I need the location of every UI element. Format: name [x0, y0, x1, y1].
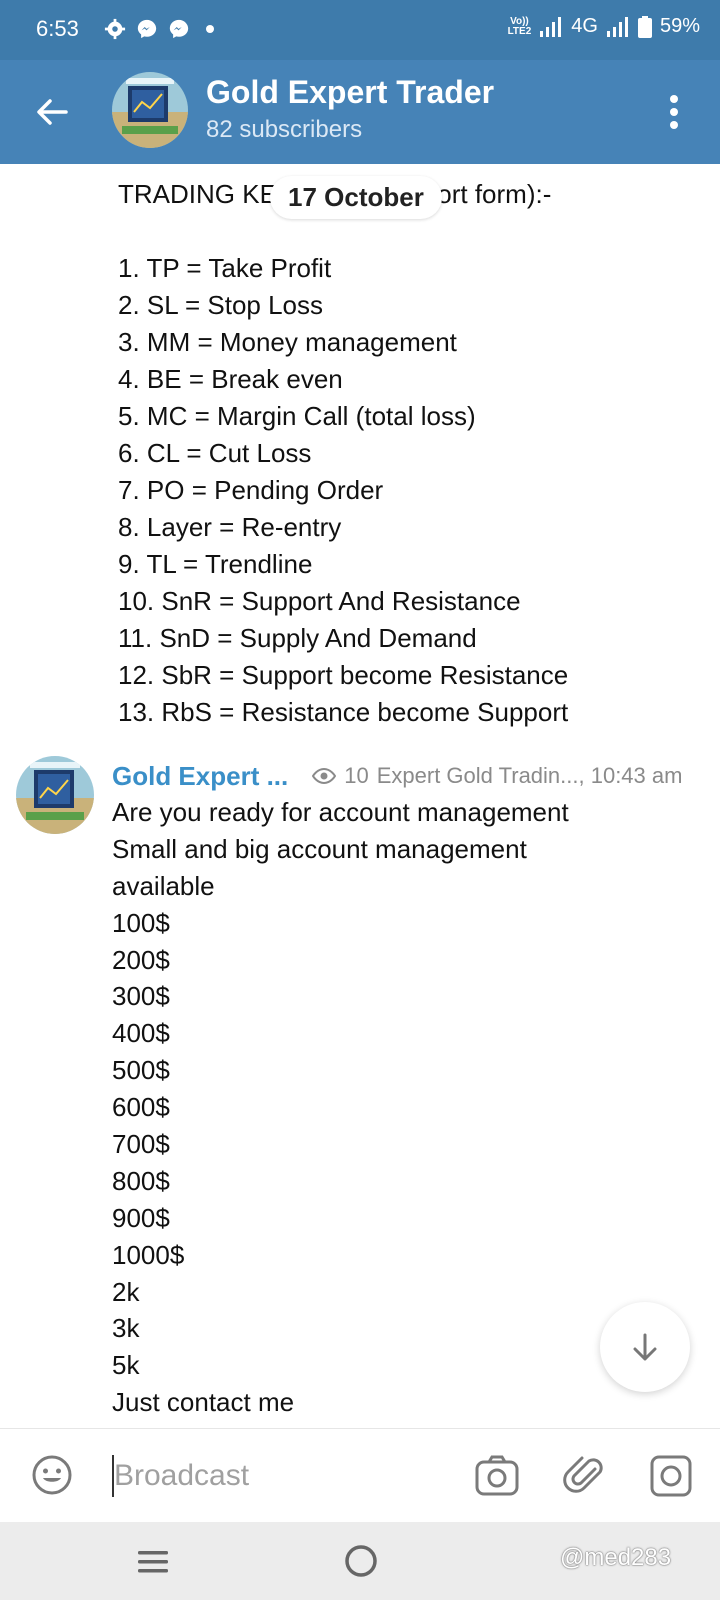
message-line: 700$ — [112, 1129, 170, 1160]
message-line: 4. BE = Break even — [118, 364, 343, 394]
arrow-down-icon — [633, 1333, 657, 1361]
message-line: 900$ — [112, 1202, 170, 1233]
channel-header: Gold Expert Trader 82 subscribers — [0, 60, 720, 164]
scroll-to-bottom-button[interactable] — [600, 1302, 690, 1392]
more-notifications-dot — [206, 25, 214, 33]
network-type: 4G — [571, 15, 598, 37]
battery-percent: 59% — [659, 15, 700, 37]
system-nav-bar: @med283 — [0, 1522, 720, 1600]
message-line: 8. Layer = Re-entry — [118, 512, 342, 542]
message-line: 5. MC = Margin Call (total loss) — [118, 401, 476, 431]
emoji-icon[interactable] — [30, 1453, 74, 1497]
message-line: 500$ — [112, 1055, 170, 1086]
message-line: 2. SL = Stop Loss — [118, 290, 324, 320]
instant-camera-icon[interactable] — [648, 1453, 694, 1499]
message-line: 10. SnR = Support And Resistance — [118, 586, 521, 616]
home-circle-icon[interactable] — [344, 1544, 378, 1578]
message-line: Are you ready for account management — [112, 797, 569, 827]
message-author[interactable]: Gold Expert ... — [112, 761, 288, 792]
message-line: 1000$ — [112, 1239, 185, 1270]
message-line: 12. SbR = Support become Resistance — [118, 660, 569, 690]
messenger-icon — [137, 19, 157, 39]
subscriber-count: 82 subscribers — [206, 116, 363, 143]
paperclip-icon[interactable] — [562, 1453, 608, 1499]
signal-icon-2 — [606, 16, 628, 37]
message-line: 11. SnD = Supply And Demand — [118, 623, 477, 653]
status-time: 6:53 — [36, 16, 79, 41]
message-line: 9. TL = Trendline — [118, 549, 313, 579]
message-line: 200$ — [112, 944, 170, 975]
date-separator: 17 October — [270, 176, 442, 219]
message-line: 3. MM = Money management — [118, 327, 457, 357]
message-line: 6. CL = Cut Loss — [118, 438, 312, 468]
message-header: Gold Expert ... 10 Expert Gold Tradin...… — [112, 758, 702, 794]
message-line: 100$ — [112, 907, 170, 938]
volte-indicator: Vo)) LTE2 — [507, 15, 532, 37]
message-line: 400$ — [112, 1018, 170, 1049]
channel-title[interactable]: Gold Expert Trader — [206, 74, 494, 111]
message-line: available — [112, 870, 215, 901]
views-eye-icon — [312, 767, 337, 785]
author-avatar[interactable] — [16, 756, 94, 834]
message-account-management[interactable]: Are you ready for account management Sma… — [112, 794, 569, 1421]
message-line: 1. TP = Take Profit — [118, 253, 332, 283]
message-line: 5k — [112, 1350, 140, 1381]
message-line: Small and big account management — [112, 833, 527, 864]
status-bar: 6:53 Vo)) LTE2 4G 59% — [0, 0, 720, 60]
notification-icons — [104, 18, 214, 40]
message-line: 7. PO = Pending Order — [118, 475, 384, 505]
system-indicators: Vo)) LTE2 4G 59% — [508, 15, 700, 38]
message-line: 3k — [112, 1313, 140, 1344]
back-arrow-icon[interactable] — [30, 90, 74, 134]
broadcast-input[interactable] — [114, 1451, 434, 1501]
message-list[interactable]: TRADING KEYWORDS (short form):- 1. TP = … — [0, 164, 720, 1428]
messenger-icon-2 — [169, 19, 189, 39]
message-line: 600$ — [112, 1092, 170, 1123]
view-count: 10 — [344, 763, 369, 788]
composer-bar — [0, 1428, 720, 1522]
message-line: 800$ — [112, 1165, 170, 1196]
message-line: 2k — [112, 1276, 140, 1307]
signal-icon — [540, 16, 562, 37]
message-line: 300$ — [112, 981, 170, 1012]
more-vert-icon[interactable] — [668, 94, 680, 130]
recent-apps-icon[interactable] — [136, 1548, 170, 1576]
message-line: 13. RbS = Resistance become Support — [118, 697, 569, 727]
message-signature-time: Expert Gold Tradin..., 10:43 am — [376, 763, 683, 788]
camera-icon[interactable] — [474, 1453, 520, 1499]
message-line: Just contact me — [112, 1387, 295, 1418]
channel-avatar[interactable] — [112, 72, 188, 148]
settings-gear-icon — [104, 18, 126, 40]
watermark-text: @med283 — [560, 1544, 672, 1571]
battery-icon — [637, 15, 652, 38]
message-trading-keywords[interactable]: TRADING KEYWORDS (short form):- 1. TP = … — [118, 176, 568, 731]
